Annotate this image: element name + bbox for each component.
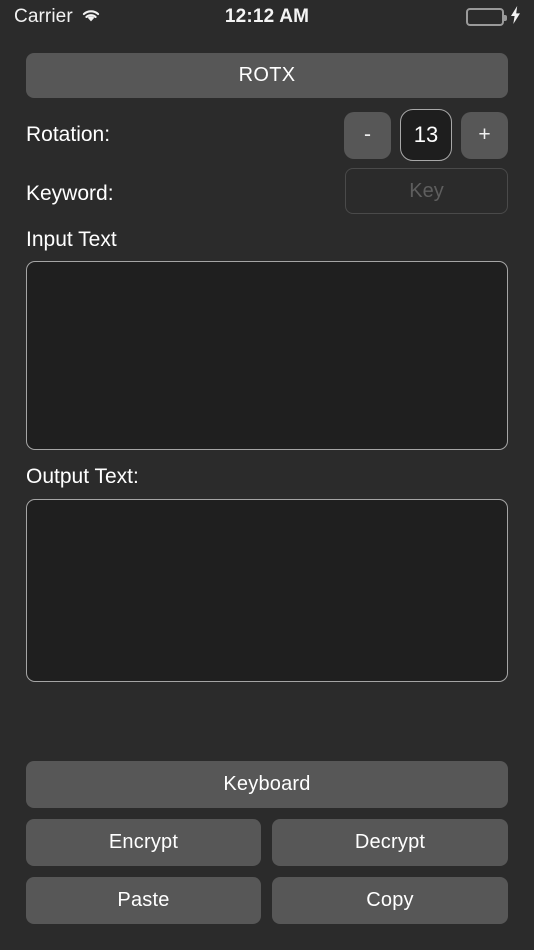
app-title-bar: ROTX: [26, 53, 508, 98]
output-text-label: Output Text:: [26, 465, 139, 488]
input-textarea-content: [27, 262, 507, 449]
status-bar-right: [466, 0, 521, 34]
input-text-label: Input Text: [26, 228, 117, 251]
keyboard-button[interactable]: Keyboard: [26, 761, 508, 808]
keyword-label: Keyword:: [26, 182, 114, 205]
rotation-decrement-button[interactable]: -: [344, 111, 391, 159]
rotation-value-field[interactable]: 13: [400, 109, 452, 161]
input-textarea[interactable]: [26, 261, 508, 450]
copy-button[interactable]: Copy: [272, 877, 508, 924]
battery-icon: [466, 8, 507, 26]
app-screen: Carrier 12:12 AM ROTX Rotation: - 13 + K…: [0, 0, 534, 950]
rotation-stepper: - 13 +: [344, 109, 508, 161]
status-bar: Carrier 12:12 AM: [0, 0, 534, 34]
encrypt-button[interactable]: Encrypt: [26, 819, 261, 866]
rotation-row: Rotation: - 13 +: [26, 109, 508, 161]
decrypt-button[interactable]: Decrypt: [272, 819, 508, 866]
rotation-label: Rotation:: [26, 123, 111, 146]
paste-button[interactable]: Paste: [26, 877, 261, 924]
lightning-bolt-icon: [510, 5, 521, 29]
output-textarea[interactable]: [26, 499, 508, 682]
rotation-increment-button[interactable]: +: [461, 111, 508, 159]
keyword-row: Keyword: Key: [26, 168, 508, 214]
page-title: ROTX: [238, 64, 296, 86]
output-textarea-content: [27, 500, 507, 681]
status-bar-time: 12:12 AM: [224, 6, 310, 27]
keyword-input[interactable]: Key: [345, 168, 508, 214]
